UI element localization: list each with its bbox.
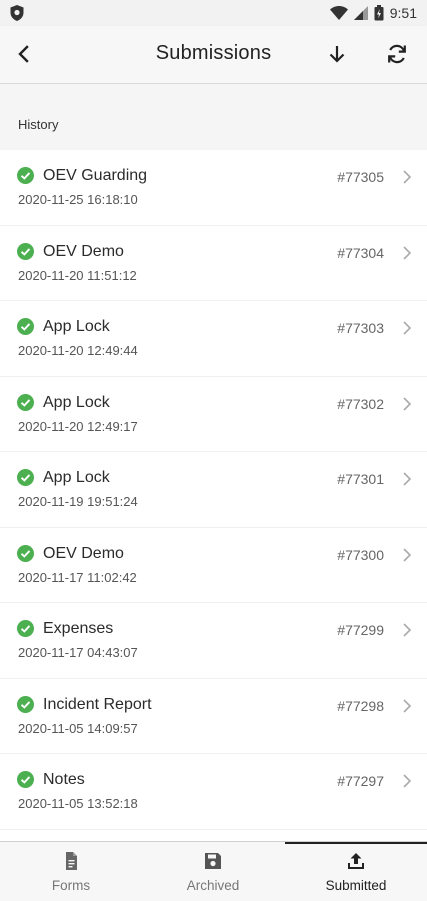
submission-list: OEV Guarding 2020-11-25 16:18:10 #77305 …	[0, 150, 427, 830]
chevron-right-icon	[403, 396, 412, 411]
chevron-right-icon	[403, 698, 412, 713]
chevron-right-icon	[403, 321, 412, 335]
check-circle-icon	[17, 393, 34, 411]
submission-date: 2020-11-20 11:51:12	[18, 267, 137, 283]
tab-submitted[interactable]: Submitted	[285, 842, 427, 901]
chevron-right-icon	[403, 472, 412, 486]
submission-name: OEV Guarding	[43, 167, 148, 184]
submission-date: 2020-11-20 12:49:44	[18, 343, 138, 358]
submission-row[interactable]: Incident Report 2020-11-05 14:09:57 #772…	[0, 678, 427, 754]
check-circle-icon	[17, 771, 34, 788]
submission-date: 2020-11-19 19:51:24	[18, 494, 138, 509]
section-header: History	[0, 84, 427, 150]
chevron-right-icon	[403, 245, 412, 260]
submission-name: App Lock	[43, 469, 110, 486]
refresh-icon	[388, 44, 406, 64]
section-title: History	[18, 117, 59, 132]
submission-number: #77300	[337, 546, 384, 563]
submission-number: #77302	[337, 395, 384, 412]
submission-row[interactable]: App Lock 2020-11-19 19:51:24 #77301	[0, 452, 427, 528]
tab-archived[interactable]: Archived	[142, 842, 284, 901]
submission-row[interactable]: OEV Demo 2020-11-17 11:02:42 #77300	[0, 527, 427, 603]
tab-label: Submitted	[325, 878, 387, 893]
submission-number: #77305	[337, 169, 384, 185]
status-time: 9:51	[389, 5, 417, 21]
submission-date: 2020-11-25 16:18:10	[18, 192, 138, 207]
battery-icon	[374, 5, 384, 21]
upload-icon	[348, 853, 364, 869]
submission-date: 2020-11-17 04:43:07	[18, 645, 138, 660]
submission-date: 2020-11-05 14:09:57	[18, 720, 138, 736]
cell-signal-icon	[353, 6, 368, 20]
submission-name: Incident Report	[43, 695, 152, 713]
active-tab-indicator	[285, 842, 427, 844]
chevron-right-icon	[403, 170, 412, 184]
check-circle-icon	[17, 544, 34, 562]
tab-label: Forms	[51, 878, 91, 893]
submission-row[interactable]: OEV Guarding 2020-11-25 16:18:10 #77305	[0, 150, 427, 226]
tab-label: Archived	[186, 878, 240, 893]
app-bar: Submissions	[0, 26, 427, 84]
download-button[interactable]	[323, 40, 351, 68]
check-circle-icon	[17, 318, 34, 335]
page-title: Submissions	[155, 42, 272, 64]
submission-date: 2020-11-20 12:49:17	[18, 418, 138, 434]
check-circle-icon	[17, 469, 34, 486]
submission-number: #77298	[337, 697, 384, 714]
refresh-button[interactable]	[383, 40, 411, 68]
submission-number: #77299	[337, 622, 384, 638]
submission-name: App Lock	[43, 318, 110, 335]
submission-row[interactable]: OEV Demo 2020-11-20 11:51:12 #77304	[0, 225, 427, 301]
check-circle-icon	[17, 167, 34, 184]
submission-row[interactable]: Expenses 2020-11-17 04:43:07 #77299	[0, 603, 427, 679]
status-bar: 9:51	[0, 0, 427, 26]
submission-number: #77303	[337, 320, 384, 336]
submission-row[interactable]: Notes 2020-11-05 13:52:18 #77297	[0, 754, 427, 830]
submission-name: Notes	[43, 771, 85, 788]
shield-icon	[10, 5, 24, 21]
submission-number: #77304	[337, 244, 384, 261]
submission-name: OEV Demo	[43, 544, 124, 562]
document-icon	[66, 852, 77, 870]
check-circle-icon	[17, 695, 34, 713]
chevron-right-icon	[403, 774, 412, 788]
wifi-icon	[329, 6, 348, 20]
submission-row[interactable]: App Lock 2020-11-20 12:49:44 #77303	[0, 301, 427, 377]
submission-date: 2020-11-05 13:52:18	[18, 796, 138, 811]
bottom-nav: Forms Archived Submitted	[0, 841, 427, 901]
arrow-down-icon	[329, 46, 345, 63]
submission-number: #77301	[337, 471, 384, 487]
tab-forms[interactable]: Forms	[0, 842, 142, 901]
chevron-right-icon	[403, 623, 412, 637]
submission-date: 2020-11-17 11:02:42	[18, 569, 137, 585]
save-icon	[205, 853, 221, 869]
check-circle-icon	[17, 620, 34, 637]
submission-row[interactable]: App Lock 2020-11-20 12:49:17 #77302	[0, 376, 427, 452]
submission-name: OEV Demo	[43, 242, 124, 260]
submission-name: App Lock	[43, 393, 110, 411]
check-circle-icon	[17, 242, 34, 260]
chevron-right-icon	[403, 547, 412, 562]
submission-number: #77297	[337, 773, 384, 789]
submission-name: Expenses	[43, 620, 114, 637]
